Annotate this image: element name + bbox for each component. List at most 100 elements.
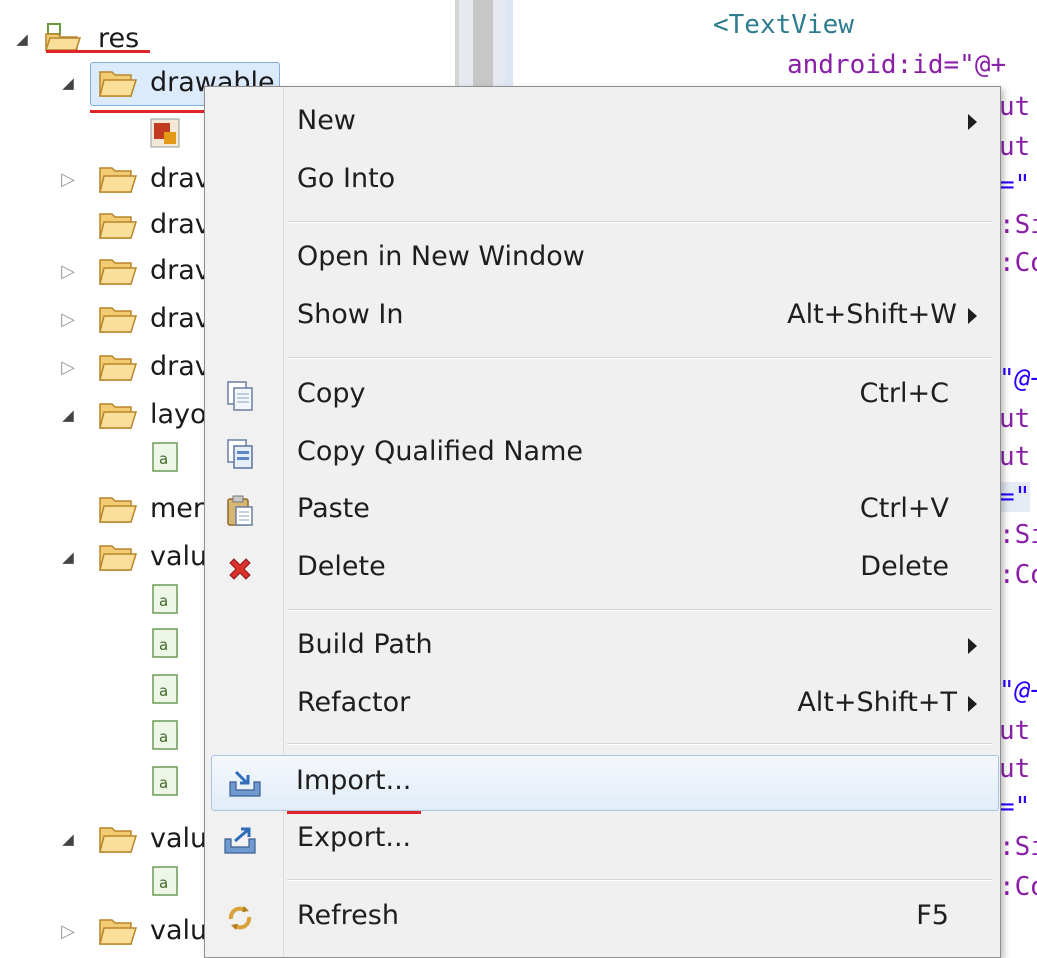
code-line: :Si	[999, 520, 1037, 550]
code-line: "@+	[999, 364, 1037, 394]
folder-icon	[99, 71, 138, 97]
svg-text:a: a	[159, 728, 168, 746]
code-line: <TextView	[713, 10, 854, 40]
menu-item-show-in[interactable]: Show In Alt+Shift+W	[207, 290, 997, 344]
folder-icon	[99, 213, 138, 239]
menu-item-import[interactable]: Import...	[211, 755, 999, 811]
folder-icon	[99, 355, 138, 381]
code-line: ut	[999, 132, 1031, 162]
menu-item-copy-qualified-name[interactable]: Copy Qualified Name	[207, 427, 997, 481]
image-file-icon[interactable]	[150, 118, 180, 148]
expanded-arrow-icon[interactable]: ◢	[58, 405, 78, 425]
folder-icon	[99, 259, 138, 285]
menu-item-refactor[interactable]: Refactor Alt+Shift+T	[207, 678, 997, 732]
submenu-arrow-icon	[968, 114, 977, 130]
menu-shortcut: Ctrl+V	[859, 493, 949, 524]
menu-item-label: Refresh	[297, 900, 399, 931]
menu-separator	[287, 609, 992, 611]
svg-text:a: a	[159, 774, 168, 792]
paste-icon	[223, 494, 257, 528]
tree-item-label: drav	[150, 255, 211, 286]
xml-file-icon[interactable]: a	[152, 584, 178, 614]
tree-item-label: drav	[150, 351, 211, 382]
svg-text:a: a	[159, 682, 168, 700]
expanded-arrow-icon[interactable]: ◢	[58, 547, 78, 567]
menu-item-go-into[interactable]: Go Into	[207, 154, 997, 208]
menu-item-label: Export...	[297, 822, 412, 853]
xml-file-icon[interactable]: a	[152, 442, 178, 472]
expanded-arrow-icon[interactable]: ◢	[58, 73, 78, 93]
menu-separator	[287, 357, 992, 359]
code-line: :Si	[999, 210, 1037, 240]
xml-file-icon[interactable]: a	[152, 720, 178, 750]
submenu-arrow-icon	[968, 638, 977, 654]
tree-item-label: valu	[150, 915, 208, 946]
menu-item-label: Import...	[296, 765, 412, 796]
menu-shortcut: Alt+Shift+W	[787, 299, 957, 330]
collapsed-arrow-icon[interactable]: ▷	[58, 309, 78, 330]
expanded-arrow-icon[interactable]: ◢	[12, 29, 32, 49]
code-line: ="	[999, 482, 1031, 512]
menu-separator	[287, 743, 992, 745]
menu-shortcut: Ctrl+C	[859, 378, 949, 409]
svg-text:a: a	[159, 450, 168, 468]
menu-item-copy[interactable]: Copy Ctrl+C	[207, 369, 997, 423]
folder-icon	[99, 919, 138, 945]
tree-item-label: drav	[150, 303, 211, 334]
folder-icon	[99, 545, 138, 571]
submenu-arrow-icon	[968, 308, 977, 324]
menu-item-label: Show In	[297, 299, 404, 330]
xml-file-icon[interactable]: a	[152, 628, 178, 658]
tree-item-label: valu	[150, 541, 208, 572]
menu-item-label: Refactor	[297, 687, 411, 718]
menu-item-label: New	[297, 105, 356, 136]
xml-file-icon[interactable]: a	[152, 866, 178, 896]
menu-item-new[interactable]: New	[207, 96, 997, 150]
collapsed-arrow-icon[interactable]: ▷	[58, 357, 78, 378]
code-line: ="	[999, 170, 1031, 200]
menu-shortcut: F5	[916, 900, 949, 931]
tree-item-label: drav	[150, 209, 211, 240]
tree-item-label: mer	[150, 493, 205, 524]
code-line: :Co	[999, 560, 1037, 590]
menu-item-label: Open in New Window	[297, 241, 585, 272]
menu-item-export[interactable]: Export...	[207, 813, 997, 867]
import-icon	[228, 766, 262, 800]
menu-item-label: Paste	[297, 493, 370, 524]
submenu-arrow-icon	[968, 696, 977, 712]
tree-item-label: layo	[150, 399, 207, 430]
code-line: android:id="@+	[787, 50, 1006, 80]
copy-icon	[223, 379, 257, 413]
highlight-underline	[90, 110, 204, 113]
tree-item-label: drav	[150, 163, 211, 194]
code-line: "@+	[999, 676, 1037, 706]
menu-item-paste[interactable]: Paste Ctrl+V	[207, 484, 997, 538]
code-line: ut	[999, 404, 1031, 434]
copy-qualified-icon	[223, 437, 257, 471]
menu-item-refresh[interactable]: Refresh F5	[207, 891, 997, 945]
expanded-arrow-icon[interactable]: ◢	[58, 829, 78, 849]
menu-item-label: Copy	[297, 378, 366, 409]
menu-item-build-path[interactable]: Build Path	[207, 620, 997, 674]
collapsed-arrow-icon[interactable]: ▷	[58, 921, 78, 942]
menu-item-label: Go Into	[297, 163, 396, 194]
menu-item-label: Copy Qualified Name	[297, 436, 583, 467]
tree-item-label: valu	[150, 823, 208, 854]
svg-text:a: a	[159, 636, 168, 654]
svg-text:a: a	[159, 592, 168, 610]
menu-item-open-in-new-window[interactable]: Open in New Window	[207, 232, 997, 286]
code-line: ="	[999, 792, 1031, 822]
menu-separator	[287, 221, 992, 223]
context-menu: New Go Into Open in New Window Show In A…	[204, 86, 1001, 958]
code-line: ut	[999, 716, 1031, 746]
collapsed-arrow-icon[interactable]: ▷	[58, 261, 78, 282]
svg-text:a: a	[159, 874, 168, 892]
collapsed-arrow-icon[interactable]: ▷	[58, 169, 78, 190]
menu-item-delete[interactable]: Delete Delete	[207, 542, 997, 596]
xml-file-icon[interactable]: a	[152, 766, 178, 796]
menu-separator	[287, 879, 992, 881]
folder-icon	[99, 307, 138, 333]
folder-icon	[99, 497, 138, 523]
xml-file-icon[interactable]: a	[152, 674, 178, 704]
folder-icon	[99, 827, 138, 853]
